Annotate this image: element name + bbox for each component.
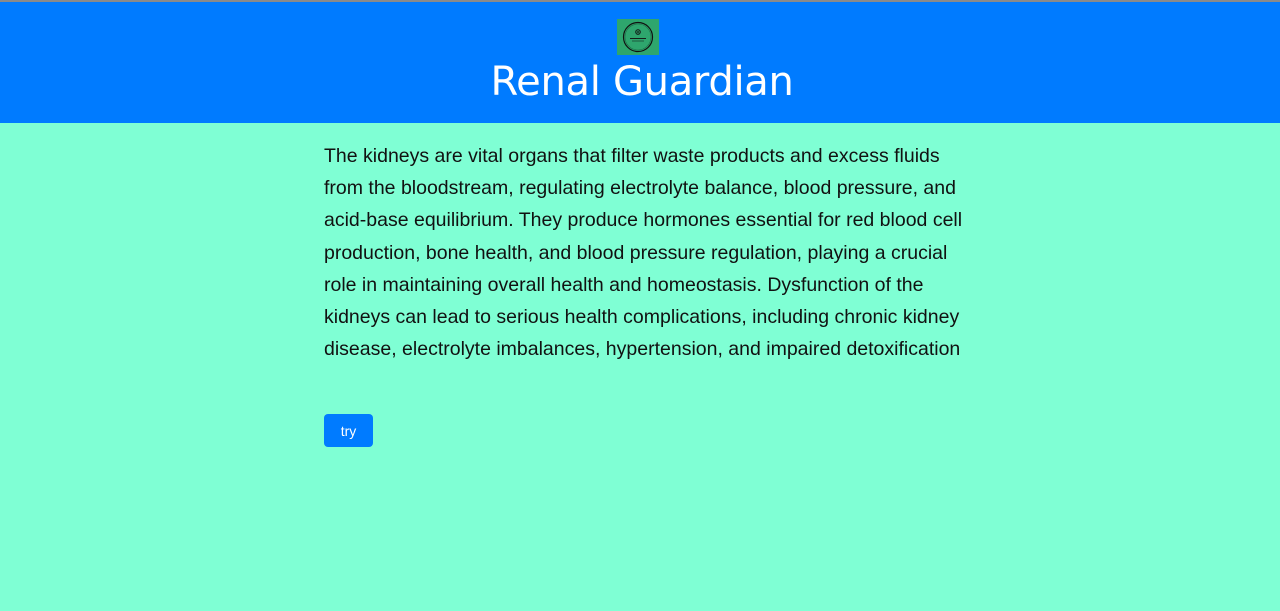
try-button[interactable]: try (324, 414, 373, 447)
kidney-logo-icon (622, 21, 654, 53)
kidney-description: The kidneys are vital organs that filter… (324, 145, 963, 361)
site-title: Renal Guardian (490, 59, 794, 105)
site-logo (617, 19, 659, 55)
site-header: Renal Guardian (0, 2, 1280, 123)
main-content: The kidneys are vital organs that filter… (324, 123, 964, 447)
